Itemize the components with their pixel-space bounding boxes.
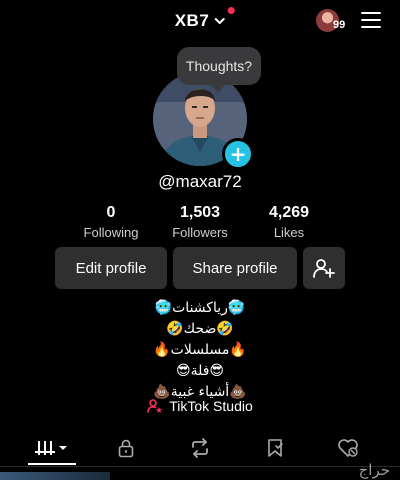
heart-icon [338, 439, 358, 457]
following-label: Following [83, 225, 139, 240]
profile-handle: @maxar72 [158, 172, 242, 191]
stat-following[interactable]: 0 Following [61, 204, 161, 240]
followers-label: Followers [172, 225, 228, 240]
tabs-divider [0, 466, 400, 467]
followers-count: 1,503 [179, 204, 221, 221]
following-count: 0 [106, 204, 116, 221]
studio-label: TikTok Studio [169, 398, 253, 414]
add-friend-button[interactable] [303, 247, 345, 289]
friends-activity-button[interactable]: 99 [316, 9, 348, 33]
tab-reposts[interactable] [180, 434, 220, 462]
chevron-down-icon [214, 18, 225, 24]
bio-line: 🥶رياكشنات🥶 [154, 300, 246, 316]
repost-icon [192, 438, 208, 458]
bio-line: 😎فلة😎 [175, 363, 225, 379]
notification-dot [227, 7, 235, 14]
top-bar: XB7 99 [0, 0, 400, 44]
profile-bio: 🥶رياكشنات🥶 🤣ضحك🤣 🔥مسلسلات🔥 😎فلة😎 💩أشياء … [0, 298, 400, 403]
tiktok-studio-link[interactable]: TikTok Studio [0, 398, 400, 414]
tab-videos[interactable] [32, 434, 72, 462]
watermark: حراج [358, 461, 390, 479]
note-bubble[interactable]: Thoughts? [177, 47, 261, 85]
stat-followers[interactable]: 1,503 Followers [150, 204, 250, 240]
hamburger-menu-icon[interactable] [361, 12, 381, 28]
grid-bars-icon [35, 441, 67, 455]
tab-liked[interactable] [328, 434, 368, 462]
account-switcher[interactable]: XB7 [174, 7, 235, 32]
add-story-button[interactable]: + [222, 138, 254, 170]
video-thumbnail-preview[interactable] [0, 472, 110, 480]
active-tab-indicator [28, 463, 76, 465]
lock-icon [118, 439, 134, 458]
tab-private[interactable] [106, 434, 146, 462]
bio-line: 🔥مسلسلات🔥 [153, 342, 247, 358]
likes-label: Likes [273, 225, 305, 240]
friends-count: 99 [333, 19, 346, 31]
stat-likes[interactable]: 4,269 Likes [239, 204, 339, 240]
bio-line: 🤣ضحك🤣 [166, 321, 234, 337]
person-star-icon [147, 399, 163, 413]
bookmark-icon [268, 439, 283, 457]
likes-count: 4,269 [268, 204, 310, 221]
account-username: XB7 [174, 11, 210, 30]
add-friend-icon [313, 259, 335, 278]
share-profile-button[interactable]: Share profile [173, 247, 297, 289]
profile-tabs [0, 428, 400, 468]
tab-favorites[interactable] [255, 434, 295, 462]
edit-profile-button[interactable]: Edit profile [55, 247, 167, 289]
